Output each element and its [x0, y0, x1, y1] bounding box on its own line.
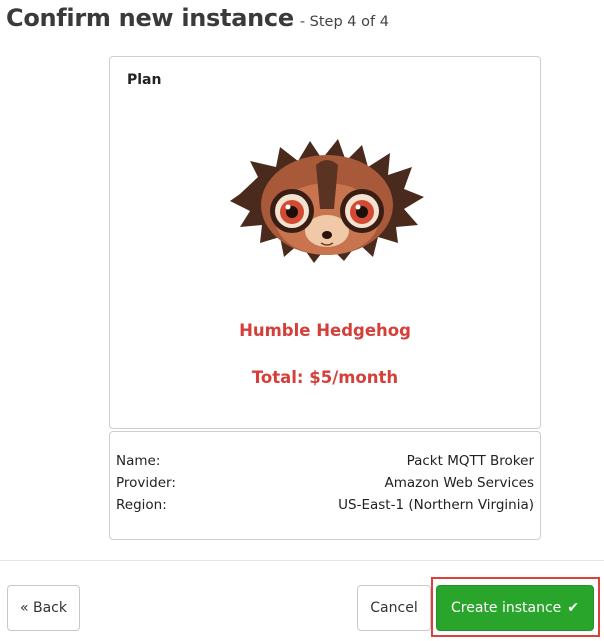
footer-divider [0, 560, 604, 561]
detail-row-name: Name: Packt MQTT Broker [116, 453, 534, 475]
detail-value: Amazon Web Services [384, 475, 534, 491]
cancel-button[interactable]: Cancel [357, 585, 431, 631]
detail-label: Region: [116, 497, 167, 513]
plan-total: Total: $5/month [251, 368, 399, 387]
create-instance-button[interactable]: Create instance ✔ [436, 585, 594, 631]
plan-label: Plan [127, 72, 162, 88]
back-button[interactable]: « Back [7, 585, 80, 631]
detail-value: Packt MQTT Broker [406, 453, 534, 469]
plan-card: Plan Humble Hedgehog Total: $5/month [109, 56, 541, 429]
detail-row-provider: Provider: Amazon Web Services [116, 475, 534, 497]
page-title: Confirm new instance [6, 4, 294, 32]
step-indicator: - Step 4 of 4 [299, 14, 389, 30]
hedgehog-mascot-icon [230, 139, 424, 263]
page-header: Confirm new instance - Step 4 of 4 [6, 4, 389, 36]
instance-details: Name: Packt MQTT Broker Provider: Amazon… [109, 431, 541, 540]
detail-row-region: Region: US-East-1 (Northern Virginia) [116, 497, 534, 519]
detail-label: Provider: [116, 475, 176, 491]
plan-name: Humble Hedgehog [239, 321, 411, 340]
detail-label: Name: [116, 453, 161, 469]
create-instance-label: Create instance [450, 600, 562, 616]
detail-value: US-East-1 (Northern Virginia) [338, 497, 534, 513]
checkmark-icon: ✔ [567, 600, 579, 616]
